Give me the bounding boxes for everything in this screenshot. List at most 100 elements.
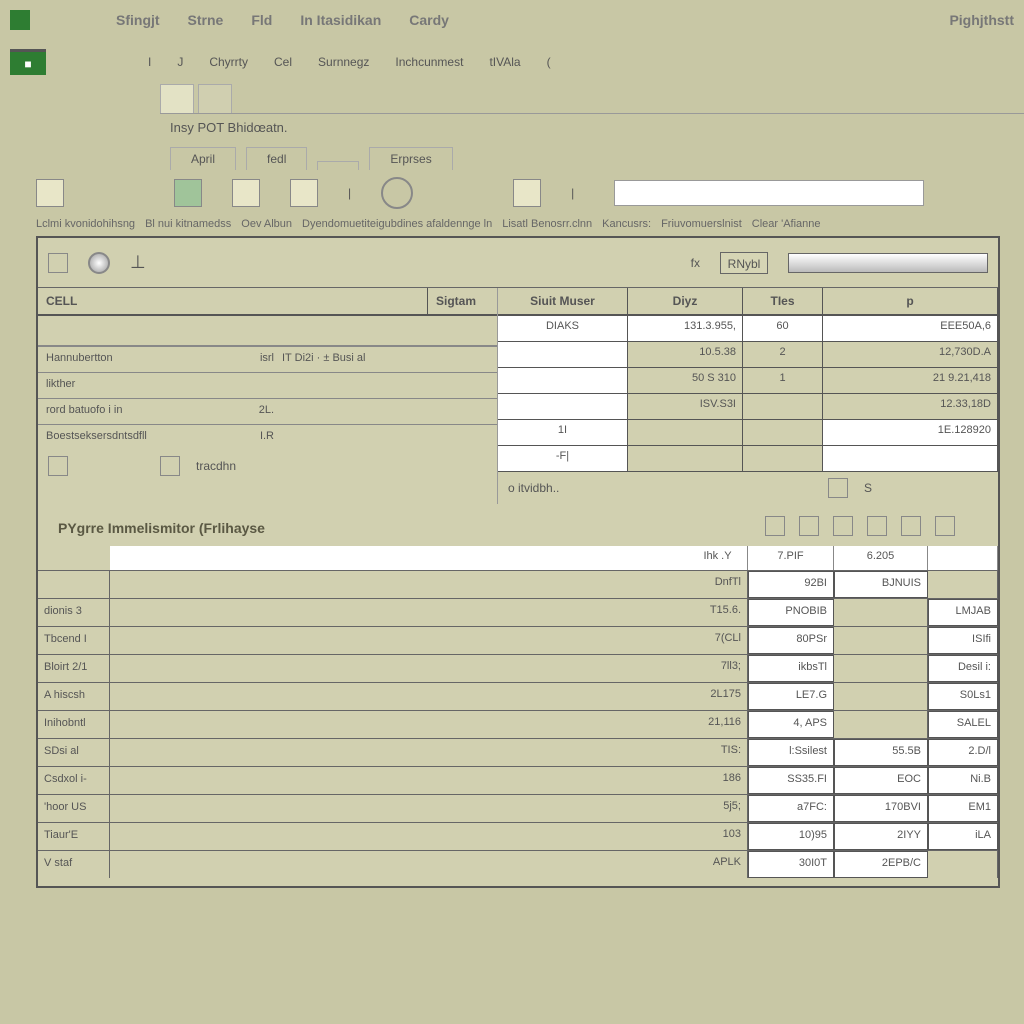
tool-icon-4[interactable] (290, 179, 318, 207)
cell[interactable] (928, 571, 998, 598)
file-tab-2[interactable] (198, 84, 232, 113)
cell[interactable]: 4, APS (748, 711, 834, 738)
cell[interactable] (834, 599, 928, 626)
ruler-button[interactable]: RNybl (720, 252, 768, 274)
lt-icon-5[interactable] (901, 516, 921, 536)
sheet-tab-3[interactable] (317, 161, 359, 170)
lt-icon-6[interactable] (935, 516, 955, 536)
td[interactable] (498, 368, 628, 393)
cell[interactable]: LMJAB (928, 599, 998, 626)
menu-item-3[interactable]: Fld (251, 12, 272, 28)
sheet-tab-1[interactable]: April (170, 147, 236, 170)
cell[interactable] (834, 683, 928, 710)
tool-icon-2[interactable] (174, 179, 202, 207)
cell[interactable]: SS35.FI (748, 767, 834, 794)
ribbon-tab-5[interactable]: Surnnegz (318, 55, 369, 69)
file-button[interactable]: ■ (10, 49, 46, 75)
td[interactable]: 12,730D.A (823, 342, 998, 367)
ribbon-tab-6[interactable]: Inchcunmest (395, 55, 463, 69)
cell[interactable]: 2EPB/C (834, 851, 928, 878)
menu-item-5[interactable]: Cardy (409, 12, 449, 28)
cell[interactable] (928, 851, 998, 878)
cell[interactable]: a7FC: (748, 795, 834, 822)
td[interactable]: 1I (498, 420, 628, 445)
cell[interactable]: 186 (688, 767, 748, 794)
td[interactable] (743, 394, 823, 419)
cell[interactable]: iLA (928, 823, 998, 850)
cell[interactable]: S0Ls1 (928, 683, 998, 710)
cell[interactable]: DnfTl (688, 571, 748, 598)
chart-icon[interactable] (48, 456, 68, 476)
cell[interactable] (834, 711, 928, 738)
ribbon-tab-8[interactable]: ( (547, 55, 551, 69)
td[interactable]: 131.3.955, (628, 316, 743, 341)
td[interactable] (628, 420, 743, 445)
cell[interactable]: 21,116 (688, 711, 748, 738)
cell[interactable]: 103 (688, 823, 748, 850)
panel-icon-1[interactable] (48, 253, 68, 273)
menu-item-1[interactable]: Sfingjt (116, 12, 160, 28)
cell[interactable] (834, 655, 928, 682)
cell[interactable]: EOC (834, 767, 928, 794)
cell[interactable]: LE7.G (748, 683, 834, 710)
cell[interactable]: BJNUIS (834, 571, 928, 598)
search-input[interactable] (614, 180, 924, 206)
cell[interactable]: 7ll3; (688, 655, 748, 682)
menu-item-2[interactable]: Strne (188, 12, 224, 28)
ribbon-tab-3[interactable]: Chyrrty (209, 55, 248, 69)
td[interactable]: 50 S 310 (628, 368, 743, 393)
td[interactable]: 21 9.21,418 (823, 368, 998, 393)
cell[interactable]: 2.D/l (928, 739, 998, 766)
tool-clock-icon[interactable] (381, 177, 413, 209)
tool-icon-5[interactable] (513, 179, 541, 207)
cell[interactable]: 5j5; (688, 795, 748, 822)
td[interactable]: 2 (743, 342, 823, 367)
file-tab-1[interactable] (160, 84, 194, 113)
cell[interactable]: 80PSr (748, 627, 834, 654)
td[interactable] (498, 394, 628, 419)
td[interactable]: 10.5.38 (628, 342, 743, 367)
zoom-slider[interactable] (788, 253, 988, 273)
td[interactable]: 12.33,18D (823, 394, 998, 419)
td[interactable]: 1E.128920 (823, 420, 998, 445)
cell[interactable]: 55.5B (834, 739, 928, 766)
ribbon-tab-7[interactable]: tIVAla (489, 55, 520, 69)
arrow-icon[interactable] (160, 456, 180, 476)
cell[interactable]: 7(CLl (688, 627, 748, 654)
cell[interactable]: EM1 (928, 795, 998, 822)
lt-icon-4[interactable] (867, 516, 887, 536)
tool-icon-1[interactable] (36, 179, 64, 207)
axis-icon[interactable]: ⊥ (130, 252, 146, 273)
cell[interactable]: 10)95 (748, 823, 834, 850)
cell[interactable]: ikbsTl (748, 655, 834, 682)
lt-icon-2[interactable] (799, 516, 819, 536)
td[interactable]: 1 (743, 368, 823, 393)
td[interactable] (743, 446, 823, 471)
menu-right[interactable]: Pighjthstt (949, 12, 1014, 28)
td[interactable]: -F| (498, 446, 628, 471)
td[interactable]: 60 (743, 316, 823, 341)
ribbon-tab-2[interactable]: J (177, 55, 183, 69)
fx-icon[interactable]: fx (691, 256, 700, 270)
cell[interactable]: 170BVI (834, 795, 928, 822)
cell[interactable]: ISIfi (928, 627, 998, 654)
cell[interactable]: 30I0T (748, 851, 834, 878)
lt-icon-3[interactable] (833, 516, 853, 536)
cell[interactable]: TIS: (688, 739, 748, 766)
sheet-tab-4[interactable]: Erprses (369, 147, 452, 170)
td[interactable] (823, 446, 998, 471)
ribbon-tab-1[interactable]: I (148, 55, 151, 69)
cell[interactable]: 92BI (748, 571, 834, 598)
sphere-icon[interactable] (88, 252, 110, 274)
td[interactable] (743, 420, 823, 445)
cell[interactable]: l:Ssilest (748, 739, 834, 766)
cell[interactable]: 2L175 (688, 683, 748, 710)
cell[interactable]: T15.6. (688, 599, 748, 626)
sheet-tab-2[interactable]: fedl (246, 147, 307, 170)
cell[interactable]: APLK (688, 851, 748, 878)
ribbon-tab-4[interactable]: Cel (274, 55, 292, 69)
cell[interactable]: PNOBIB (748, 599, 834, 626)
td[interactable] (628, 446, 743, 471)
cell[interactable] (834, 627, 928, 654)
cell[interactable]: Desil i: (928, 655, 998, 682)
